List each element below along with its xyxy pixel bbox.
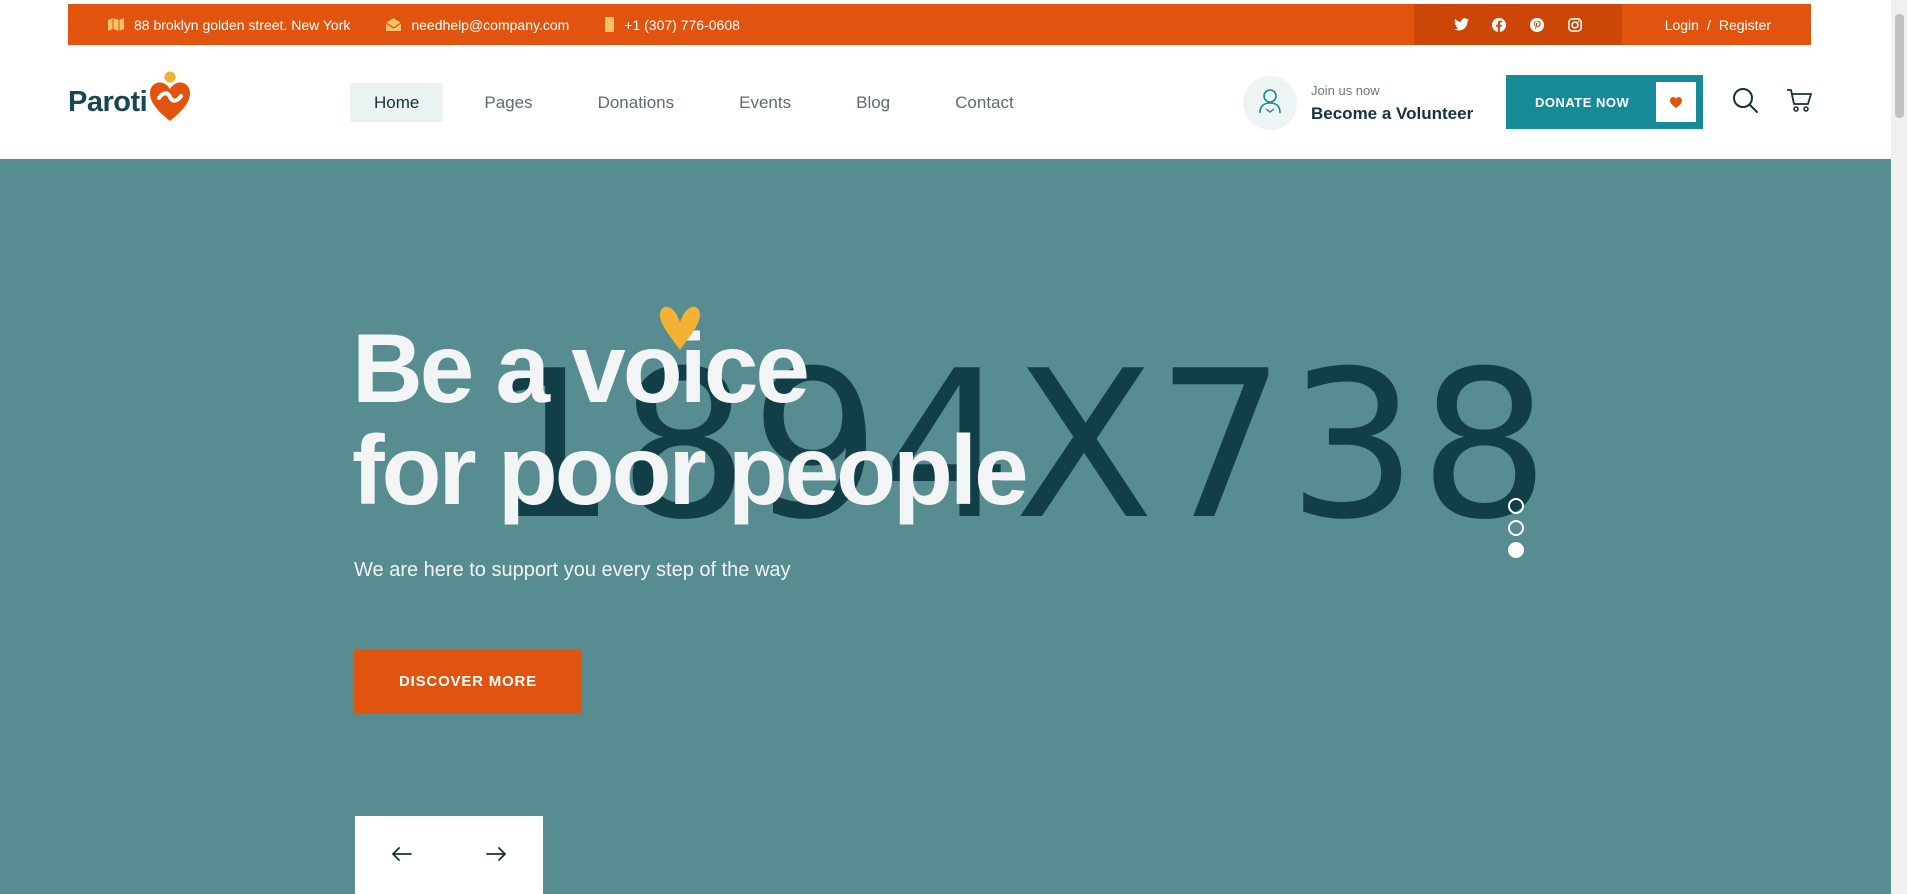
top-bar: 88 broklyn golden street. New York needh… bbox=[68, 4, 1811, 45]
volunteer-big-label: Become a Volunteer bbox=[1311, 103, 1474, 123]
contact-info: 88 broklyn golden street. New York needh… bbox=[108, 4, 776, 45]
site-logo[interactable]: Paroti bbox=[68, 71, 191, 128]
main-nav: Home Pages Donations Events Blog Contact bbox=[350, 83, 1055, 122]
slider-arrows bbox=[355, 816, 543, 894]
arrow-right-icon bbox=[486, 846, 506, 866]
slide-dot-1[interactable] bbox=[1508, 498, 1524, 514]
envelope-icon bbox=[386, 18, 402, 31]
discover-more-button[interactable]: DISCOVER MORE bbox=[354, 649, 582, 713]
cart-icon bbox=[1786, 88, 1812, 117]
page-scrollbar[interactable] bbox=[1891, 0, 1907, 894]
address-item: 88 broklyn golden street. New York bbox=[108, 17, 350, 33]
scrollbar-thumb[interactable] bbox=[1895, 14, 1904, 118]
instagram-icon[interactable] bbox=[1567, 17, 1583, 33]
logo-text: Paroti bbox=[68, 86, 148, 118]
donate-now-button[interactable]: DONATE NOW bbox=[1506, 75, 1703, 129]
hero-title-line-2: for poor people bbox=[352, 415, 1029, 525]
heart-logo-icon bbox=[149, 71, 191, 128]
nav-pages[interactable]: Pages bbox=[460, 83, 556, 122]
nav-blog[interactable]: Blog bbox=[832, 83, 914, 122]
arrow-left-icon bbox=[392, 846, 412, 866]
auth-separator: / bbox=[1706, 16, 1711, 33]
volunteer-user-icon bbox=[1258, 88, 1282, 119]
heart-accent-icon bbox=[656, 304, 704, 355]
facebook-icon[interactable] bbox=[1491, 17, 1507, 33]
phone-text[interactable]: +1 (307) 776-0608 bbox=[624, 17, 740, 33]
volunteer-text: Join us now Become a Volunteer bbox=[1311, 83, 1473, 124]
cart-button[interactable] bbox=[1785, 88, 1813, 116]
auth-links: Login / Register bbox=[1665, 4, 1771, 45]
hero-slider: 1894X738 Be a voice for poor people We a… bbox=[0, 159, 1891, 894]
email-text[interactable]: needhelp@company.com bbox=[411, 17, 569, 33]
volunteer-link[interactable]: Join us now Become a Volunteer bbox=[1243, 76, 1473, 130]
email-item[interactable]: needhelp@company.com bbox=[386, 17, 569, 33]
main-header: Paroti Home Pages Donations Events Blog … bbox=[0, 45, 1891, 159]
register-link[interactable]: Register bbox=[1719, 17, 1771, 33]
twitter-icon[interactable] bbox=[1453, 17, 1469, 33]
login-link[interactable]: Login bbox=[1665, 17, 1699, 33]
volunteer-icon-wrap bbox=[1243, 76, 1297, 130]
prev-slide-button[interactable] bbox=[355, 816, 449, 894]
hero-subtitle: We are here to support you every step of… bbox=[354, 559, 791, 581]
pinterest-icon[interactable] bbox=[1529, 17, 1545, 33]
social-links bbox=[1414, 4, 1622, 45]
phone-item[interactable]: +1 (307) 776-0608 bbox=[605, 17, 740, 33]
slider-dots bbox=[1508, 498, 1524, 558]
search-button[interactable] bbox=[1731, 87, 1759, 118]
search-icon bbox=[1732, 87, 1758, 118]
page: 88 broklyn golden street. New York needh… bbox=[0, 0, 1907, 894]
donate-label: DONATE NOW bbox=[1535, 94, 1630, 110]
heart-icon bbox=[1656, 82, 1696, 122]
nav-events[interactable]: Events bbox=[715, 83, 815, 122]
nav-home[interactable]: Home bbox=[350, 83, 444, 122]
address-text: 88 broklyn golden street. New York bbox=[134, 16, 351, 33]
volunteer-small-label: Join us now bbox=[1311, 82, 1380, 98]
nav-donations[interactable]: Donations bbox=[574, 83, 699, 122]
map-icon bbox=[108, 18, 124, 31]
nav-contact[interactable]: Contact bbox=[931, 83, 1038, 122]
slide-dot-3[interactable] bbox=[1508, 542, 1524, 558]
phone-icon bbox=[605, 17, 615, 32]
slide-dot-2[interactable] bbox=[1508, 520, 1524, 536]
next-slide-button[interactable] bbox=[449, 816, 543, 894]
